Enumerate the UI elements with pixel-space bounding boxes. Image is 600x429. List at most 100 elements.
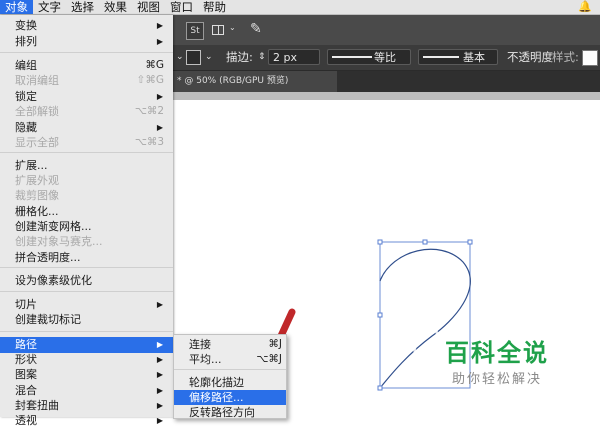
opacity-label[interactable]: 不透明度 xyxy=(507,45,553,70)
menu-item-label: 创建渐变网格... xyxy=(15,220,92,233)
object-menu-item[interactable]: 排列 ▶ xyxy=(0,34,173,50)
graphic-style-swatch[interactable] xyxy=(582,50,598,66)
workspace-layout-icon[interactable] xyxy=(212,25,224,35)
profile-label: 等比 xyxy=(374,51,396,64)
menu-item-label: 编组 xyxy=(15,59,37,72)
anchor-handle xyxy=(377,239,383,245)
brush-definition-dropdown[interactable]: 基本 xyxy=(418,49,498,65)
submenu-arrow-icon: ▶ xyxy=(156,92,163,101)
menu-item-label: 形状 xyxy=(15,353,37,366)
watermark-subtitle: 助你轻松解决 xyxy=(452,372,543,387)
menu-separator xyxy=(0,267,173,268)
menu-item-label: 透视 xyxy=(15,414,37,427)
menubar-item[interactable]: 文字 xyxy=(33,0,66,14)
menu-item-label: 显示全部 xyxy=(15,136,59,149)
document-tab[interactable]: * @ 50% (RGB/GPU 预览) xyxy=(173,71,337,92)
menubar-item[interactable]: 视图 xyxy=(132,0,165,14)
object-menu-item[interactable]: 扩展... xyxy=(0,158,173,174)
menu-separator xyxy=(0,152,173,153)
notification-bell-icon[interactable]: 🔔 xyxy=(578,0,592,14)
menu-item-label: 排列 xyxy=(15,35,37,48)
watermark-logo-icon xyxy=(413,322,440,368)
object-menu-item[interactable]: 形状 ▶ xyxy=(0,352,173,368)
menubar-item[interactable]: 帮助 xyxy=(198,0,231,14)
object-menu-item[interactable]: 路径 ▶ xyxy=(0,337,173,353)
anchor-handle xyxy=(467,239,473,245)
menu-item-label: 扩展外观 xyxy=(15,174,59,187)
submenu-arrow-icon: ▶ xyxy=(156,21,163,30)
menu-item-label: 封套扭曲 xyxy=(15,399,59,412)
menu-item-label: 平均... xyxy=(189,353,222,366)
menu-item-label: 路径 xyxy=(15,338,37,351)
object-menu-item[interactable]: 取消编组 ⇧⌘G xyxy=(0,73,173,89)
menubar-item[interactable]: 效果 xyxy=(99,0,132,14)
stroke-weight-field[interactable]: 2 px xyxy=(268,49,320,65)
submenu-arrow-icon: ▶ xyxy=(156,416,163,425)
submenu-arrow-icon: ▶ xyxy=(156,401,163,410)
system-menubar: 对象 文字 选择 效果 视图 窗口 帮助 xyxy=(0,0,600,15)
menu-item-shortcut: ⇧⌘G xyxy=(136,74,164,86)
object-menu-item[interactable]: 隐藏 ▶ xyxy=(0,120,173,136)
feather-icon[interactable]: ✎ xyxy=(250,21,262,37)
watermark-title: 百科全说 xyxy=(445,339,549,367)
path-submenu-item[interactable]: 轮廓化描边 xyxy=(174,375,286,390)
menu-separator xyxy=(0,331,173,332)
variable-width-profile-dropdown[interactable]: 等比 xyxy=(327,49,411,65)
submenu-arrow-icon: ▶ xyxy=(156,386,163,395)
menu-item-shortcut: ⌥⌘3 xyxy=(134,136,164,148)
object-menu-item[interactable]: 图案 ▶ xyxy=(0,367,173,383)
menubar-item[interactable]: 对象 xyxy=(0,0,33,14)
chevron-down-icon[interactable]: ⌄ xyxy=(205,45,213,70)
object-menu-item[interactable]: 显示全部 ⌥⌘3 xyxy=(0,135,173,151)
menu-item-label: 扩展... xyxy=(15,159,48,172)
submenu-arrow-icon: ▶ xyxy=(156,370,163,379)
menu-item-shortcut: ⌥⌘J xyxy=(256,353,282,365)
object-menu-item[interactable]: 混合 ▶ xyxy=(0,383,173,399)
object-menu-item[interactable]: 拼合透明度... xyxy=(0,250,173,266)
object-menu-item[interactable]: 栅格化... xyxy=(0,204,173,220)
submenu-arrow-icon: ▶ xyxy=(156,355,163,364)
stepper-icon[interactable]: ⇕ xyxy=(258,45,266,70)
menu-item-label: 拼合透明度... xyxy=(15,251,81,264)
path-submenu-item[interactable]: 平均... ⌥⌘J xyxy=(174,352,286,367)
object-menu-item[interactable]: 裁剪图像 xyxy=(0,188,173,204)
menu-item-label: 栅格化... xyxy=(15,205,59,218)
anchor-handle xyxy=(377,312,383,318)
path-submenu-item[interactable]: 偏移路径... xyxy=(174,390,286,405)
menu-item-label: 轮廓化描边 xyxy=(189,376,244,389)
submenu-arrow-icon: ▶ xyxy=(156,37,163,46)
profile-line xyxy=(332,56,372,58)
object-menu-item[interactable]: 创建裁切标记 xyxy=(0,312,173,328)
object-menu-item[interactable]: 封套扭曲 ▶ xyxy=(0,398,173,414)
chevron-down-icon[interactable]: ⌄ xyxy=(229,23,236,32)
submenu-arrow-icon: ▶ xyxy=(156,123,163,132)
object-menu-item[interactable]: 设为像素级优化 xyxy=(0,273,173,289)
object-menu-item[interactable]: 编组 ⌘G xyxy=(0,58,173,74)
object-menu-item[interactable]: 锁定 ▶ xyxy=(0,89,173,105)
menu-item-label: 偏移路径... xyxy=(189,391,244,404)
object-menu-item[interactable]: 扩展外观 xyxy=(0,173,173,189)
menu-separator xyxy=(174,369,286,370)
menu-separator xyxy=(0,52,173,53)
menu-item-shortcut: ⌘J xyxy=(268,338,282,350)
stock-button[interactable]: St xyxy=(186,22,204,40)
object-menu-item[interactable]: 变换 ▶ xyxy=(0,18,173,34)
menu-item-label: 图案 xyxy=(15,368,37,381)
anchor-handle xyxy=(377,385,383,391)
object-menu-item[interactable]: 透视 ▶ xyxy=(0,413,173,429)
submenu-arrow-icon: ▶ xyxy=(156,300,163,309)
object-menu-item[interactable]: 切片 ▶ xyxy=(0,297,173,313)
path-submenu: 连接 ⌘J 平均... ⌥⌘J 轮廓化描边 偏移路径... 反转路径方向 xyxy=(173,334,287,419)
path-submenu-item[interactable]: 连接 ⌘J xyxy=(174,337,286,352)
submenu-arrow-icon: ▶ xyxy=(156,340,163,349)
menubar-item[interactable]: 窗口 xyxy=(165,0,198,14)
brush-line xyxy=(423,56,459,58)
object-menu-item[interactable]: 创建对象马赛克... xyxy=(0,234,173,250)
stroke-color-swatch[interactable] xyxy=(186,50,201,65)
menu-item-label: 混合 xyxy=(15,384,37,397)
object-menu-item[interactable]: 全部解锁 ⌥⌘2 xyxy=(0,104,173,120)
menu-item-shortcut: ⌘G xyxy=(145,59,164,71)
menubar-item[interactable]: 选择 xyxy=(66,0,99,14)
object-menu-item[interactable]: 创建渐变网格... xyxy=(0,219,173,235)
chevron-down-icon[interactable]: ⌄ xyxy=(176,45,184,70)
